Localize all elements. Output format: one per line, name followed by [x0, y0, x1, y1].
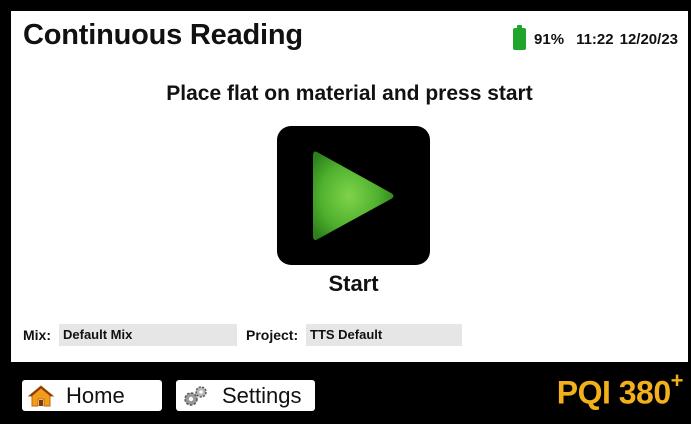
project-label: Project:	[246, 327, 299, 343]
brand-name: PQI 380	[556, 374, 671, 411]
clock-date: 12/20/23	[619, 30, 678, 48]
main-panel: Continuous Reading 91% 11:22 12/20/23 Pl…	[11, 11, 688, 362]
gears-icon	[182, 384, 210, 408]
device-screen: Continuous Reading 91% 11:22 12/20/23 Pl…	[0, 0, 691, 424]
instruction-text: Place flat on material and press start	[166, 82, 533, 105]
status-bar: 91% 11:22 12/20/23	[513, 25, 678, 50]
project-field: TTS Default	[306, 324, 462, 346]
mix-field: Default Mix	[59, 324, 237, 346]
settings-label: Settings	[222, 382, 302, 408]
mix-label: Mix:	[23, 327, 51, 343]
home-label: Home	[66, 382, 125, 408]
play-icon	[313, 151, 394, 240]
brand-logo: PQI 380+	[556, 368, 684, 412]
start-label: Start	[328, 271, 379, 296]
page-title: Continuous Reading	[23, 19, 303, 51]
start-button[interactable]	[277, 126, 430, 265]
home-icon	[28, 384, 54, 407]
settings-button[interactable]: Settings	[176, 380, 315, 411]
brand-sup: +	[670, 368, 684, 393]
home-button[interactable]: Home	[22, 380, 162, 411]
clock-time: 11:22	[576, 30, 614, 48]
battery-percent: 91%	[534, 30, 565, 48]
battery-icon	[513, 25, 527, 50]
